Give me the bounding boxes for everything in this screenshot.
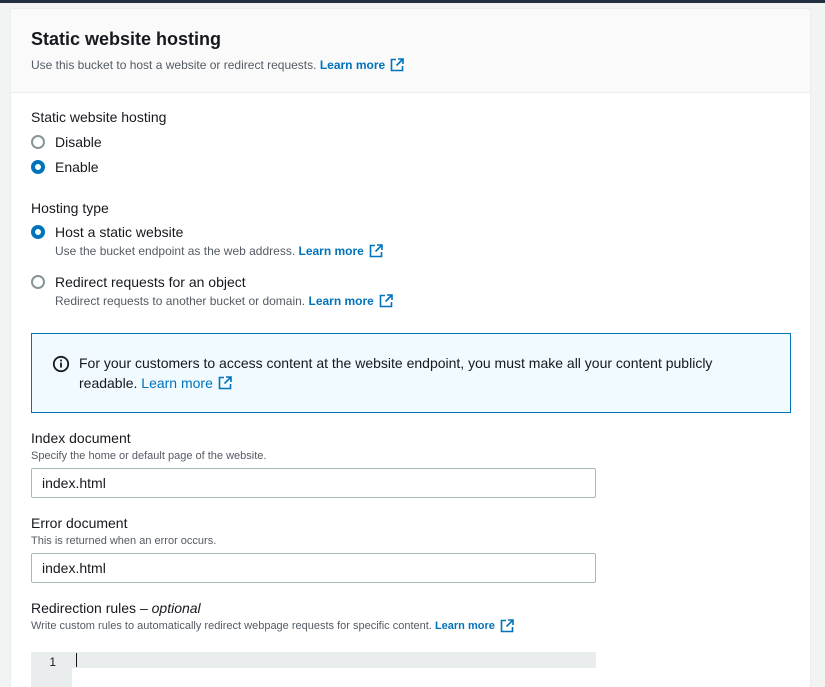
alert-learn-more-link[interactable]: Learn more xyxy=(141,373,232,393)
external-link-icon xyxy=(379,294,393,308)
host-static-description-text: Use the bucket endpoint as the web addre… xyxy=(55,244,296,258)
redirection-rules-label-text: Redirection rules – xyxy=(31,600,148,616)
host-static-learn-more-link[interactable]: Learn more xyxy=(299,243,383,259)
panel-description: Use this bucket to host a website or red… xyxy=(31,57,790,73)
radio-redirect-button[interactable] xyxy=(31,275,45,289)
radio-disable-button[interactable] xyxy=(31,135,45,149)
static-hosting-label: Static website hosting xyxy=(31,109,167,125)
redirect-learn-more-link[interactable]: Learn more xyxy=(308,293,393,309)
index-document-help: Specify the home or default page of the … xyxy=(31,450,267,462)
index-document-input[interactable]: index.html xyxy=(31,468,596,498)
info-icon xyxy=(52,355,70,373)
panel-description-text: Use this bucket to host a website or red… xyxy=(31,58,317,72)
external-link-icon xyxy=(500,619,514,633)
redirection-learn-more-label: Learn more xyxy=(434,620,495,632)
radio-redirect-label[interactable]: Redirect requests for an object xyxy=(55,274,246,291)
radio-enable-button[interactable] xyxy=(31,160,45,174)
index-document-label: Index document xyxy=(31,430,131,446)
info-alert-message: For your customers to access content at … xyxy=(79,353,770,412)
error-document-label: Error document xyxy=(31,515,128,531)
error-document-help: This is returned when an error occurs. xyxy=(31,535,217,547)
radio-host-static-description: Use the bucket endpoint as the web addre… xyxy=(55,243,383,259)
redirection-rules-optional: optional xyxy=(151,600,201,616)
editor-caret xyxy=(76,653,77,667)
hosting-type-option-static[interactable]: Host a static website Use the bucket end… xyxy=(31,224,383,259)
external-link-icon xyxy=(369,244,383,258)
redirection-learn-more-link[interactable]: Learn more xyxy=(435,619,514,633)
hosting-type-option-redirect[interactable]: Redirect requests for an object Redirect… xyxy=(31,274,393,309)
external-link-icon xyxy=(218,376,232,390)
error-document-input[interactable]: index.html xyxy=(31,553,596,583)
radio-redirect-description: Redirect requests to another bucket or d… xyxy=(55,293,393,309)
redirect-description-text: Redirect requests to another bucket or d… xyxy=(55,294,306,308)
info-alert: For your customers to access content at … xyxy=(31,333,791,413)
panel-header: Static website hosting Use this bucket t… xyxy=(11,9,810,93)
editor-code-area[interactable] xyxy=(72,652,596,687)
redirection-rules-label: Redirection rules – optional xyxy=(31,599,201,617)
hosting-type-label: Hosting type xyxy=(31,200,109,216)
redirect-learn-more-label: Learn more xyxy=(308,294,374,308)
redirection-rules-editor[interactable]: 1 xyxy=(31,652,596,687)
line-number: 1 xyxy=(49,655,56,669)
panel-learn-more-link[interactable]: Learn more xyxy=(320,57,404,73)
radio-disable[interactable]: Disable xyxy=(31,134,102,151)
radio-enable[interactable]: Enable xyxy=(31,159,99,176)
radio-enable-label[interactable]: Enable xyxy=(55,159,99,176)
radio-host-static-label[interactable]: Host a static website xyxy=(55,224,183,241)
editor-active-line xyxy=(72,652,596,668)
host-static-learn-more-label: Learn more xyxy=(298,244,364,258)
redirection-rules-help-text: Write custom rules to automatically redi… xyxy=(31,620,432,632)
radio-disable-label[interactable]: Disable xyxy=(55,134,102,151)
redirection-rules-help: Write custom rules to automatically redi… xyxy=(31,619,514,633)
top-bar xyxy=(0,0,825,3)
editor-gutter: 1 xyxy=(31,652,72,687)
static-website-hosting-panel: Static website hosting Use this bucket t… xyxy=(10,8,811,687)
external-link-icon xyxy=(390,58,404,72)
radio-host-static-button[interactable] xyxy=(31,225,45,239)
panel-learn-more-label: Learn more xyxy=(319,58,386,72)
alert-learn-more-label: Learn more xyxy=(141,375,213,391)
panel-title: Static website hosting xyxy=(31,29,222,49)
